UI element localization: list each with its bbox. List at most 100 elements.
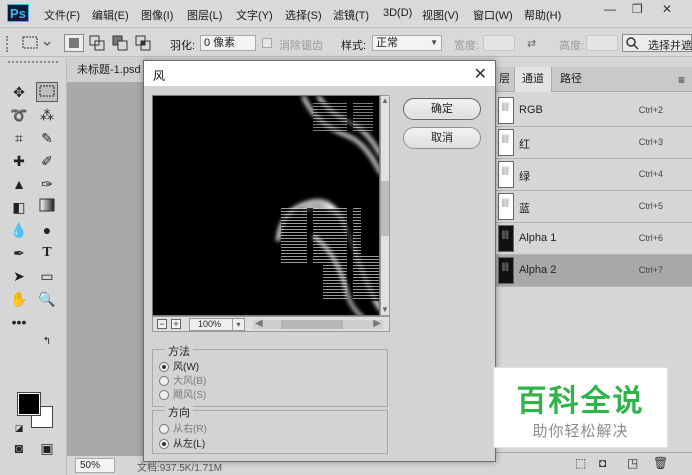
watermark-title: 百科全说 [516, 385, 645, 418]
quick-mask-icon[interactable]: ◙ [8, 438, 30, 458]
healing-brush-tool-icon[interactable]: ✚ [8, 151, 30, 171]
style-select[interactable]: 正常 ▼ [372, 35, 442, 51]
menu-view[interactable]: 视图(V) [422, 7, 459, 23]
channel-shortcut: Ctrl+7 [638, 265, 663, 275]
menu-help[interactable]: 帮助(H) [524, 7, 561, 23]
marquee-tool-icon[interactable] [36, 82, 58, 102]
height-input[interactable] [586, 35, 618, 51]
hand-tool-icon[interactable]: ✋ [8, 289, 30, 309]
load-selection-icon[interactable]: ⬚ [575, 456, 586, 470]
tab-layers[interactable]: 层 [496, 67, 513, 92]
panel-menu-icon[interactable]: ≡ [678, 73, 685, 87]
doc-zoom-field[interactable]: 50% [75, 458, 115, 473]
restore-button[interactable]: ❐ [632, 2, 643, 16]
menu-layer[interactable]: 图层(L) [187, 7, 222, 23]
foreground-color-swatch[interactable] [17, 392, 41, 416]
scroll-down-icon[interactable]: ▼ [380, 305, 390, 315]
method-wind-radio[interactable]: 风(W) [159, 358, 199, 373]
scroll-right-icon[interactable]: ▶ [373, 318, 381, 329]
feather-label: 羽化: [170, 40, 196, 52]
channel-row-green[interactable]: ▒▒ 绿 Ctrl+4 [496, 159, 692, 191]
move-tool-icon[interactable]: ✥ [8, 82, 30, 102]
direction-right-radio[interactable]: 从右(R) [159, 420, 207, 435]
feather-input[interactable]: 0 像素 [200, 35, 256, 51]
zoom-in-button[interactable]: + [171, 319, 181, 329]
default-colors-icon[interactable]: ◪ [12, 418, 26, 438]
channel-thumbnail: ▒▒ [498, 193, 514, 220]
channel-row-rgb[interactable]: ▒▒ RGB Ctrl+2 [496, 95, 692, 127]
preview-zoom-select[interactable]: 100% ▾ [189, 318, 245, 331]
menu-filter[interactable]: 滤镜(T) [333, 7, 369, 23]
grip-handle[interactable] [6, 36, 10, 52]
magic-wand-tool-icon[interactable]: ⁂ [36, 105, 58, 125]
channel-name: 蓝 [519, 203, 530, 215]
new-selection-button[interactable] [64, 34, 84, 52]
minimize-button[interactable]: — [604, 2, 616, 16]
eraser-tool-icon[interactable]: ◧ [8, 197, 30, 217]
more-tools-icon[interactable]: ••• [8, 312, 30, 332]
swap-dimensions-icon[interactable]: ⇄ [527, 37, 536, 50]
history-brush-tool-icon[interactable]: ✑ [36, 174, 58, 194]
cancel-button[interactable]: 取消 [403, 127, 481, 149]
canvas-area[interactable] [67, 82, 147, 455]
preview-horizontal-scrollbar[interactable]: ◀ ▶ [253, 318, 383, 329]
ok-button[interactable]: 确定 [403, 98, 481, 120]
menu-window[interactable]: 窗口(W) [473, 7, 513, 23]
dialog-title-bar[interactable]: 风 ✕ [144, 61, 495, 87]
scroll-thumb[interactable] [381, 181, 389, 236]
gradient-tool-icon[interactable] [36, 197, 58, 217]
wind-preview-image [153, 96, 379, 315]
channel-name: RGB [519, 104, 543, 116]
method-stagger-radio[interactable]: 飓风(S) [159, 386, 206, 401]
channel-row-alpha-2[interactable]: ▒▒ Alpha 2 Ctrl+7 [496, 255, 692, 287]
tab-channels[interactable]: 通道 [514, 67, 552, 92]
pen-tool-icon[interactable]: ✒ [8, 243, 30, 263]
menu-edit[interactable]: 编辑(E) [92, 7, 129, 23]
new-channel-icon[interactable]: ◳ [627, 456, 638, 470]
preview-vertical-scrollbar[interactable]: ▲ ▼ [380, 95, 390, 316]
tab-paths[interactable]: 路径 [554, 67, 588, 92]
channel-row-red[interactable]: ▒▒ 红 Ctrl+3 [496, 127, 692, 159]
type-tool-icon[interactable]: T [36, 243, 58, 263]
menu-select[interactable]: 选择(S) [285, 7, 322, 23]
crop-tool-icon[interactable]: ⌗ [8, 128, 30, 148]
select-and-mask-button[interactable]: 选择并遮 [622, 34, 692, 52]
dodge-tool-icon[interactable]: ● [36, 220, 58, 240]
rectangle-tool-icon[interactable]: ▭ [36, 266, 58, 286]
delete-channel-icon[interactable]: 🗑 [653, 456, 668, 470]
toolbox-grip[interactable] [8, 61, 58, 63]
brush-tool-icon[interactable]: ✐ [36, 151, 58, 171]
channel-shortcut: Ctrl+2 [638, 105, 663, 115]
menu-3d[interactable]: 3D(D) [383, 7, 412, 19]
lasso-tool-icon[interactable]: ➰ [8, 105, 30, 125]
close-icon[interactable]: ✕ [474, 64, 487, 84]
add-selection-button[interactable] [88, 34, 108, 52]
channel-row-blue[interactable]: ▒▒ 蓝 Ctrl+5 [496, 191, 692, 223]
scroll-up-icon[interactable]: ▲ [380, 96, 390, 106]
swap-colors-icon[interactable]: ↰ [40, 332, 54, 352]
filter-preview[interactable] [152, 95, 380, 316]
zoom-out-button[interactable]: − [157, 319, 167, 329]
marquee-preset-picker[interactable] [20, 34, 54, 52]
screen-mode-icon[interactable]: ▣ [36, 438, 58, 458]
close-window-button[interactable]: ✕ [662, 2, 672, 16]
h-scroll-thumb[interactable] [281, 320, 343, 329]
save-selection-icon[interactable]: ◘ [599, 456, 606, 470]
zoom-tool-icon[interactable]: 🔍 [36, 289, 58, 309]
menu-type[interactable]: 文字(Y) [236, 7, 273, 23]
scroll-left-icon[interactable]: ◀ [255, 318, 263, 329]
path-selection-tool-icon[interactable]: ➤ [8, 266, 30, 286]
clone-stamp-tool-icon[interactable]: ▲ [8, 174, 30, 194]
blur-tool-icon[interactable]: 💧 [8, 220, 30, 240]
menu-file[interactable]: 文件(F) [44, 7, 80, 23]
method-blast-radio[interactable]: 大风(B) [159, 372, 206, 387]
intersect-selection-button[interactable] [134, 34, 154, 52]
width-input[interactable] [483, 35, 515, 51]
subtract-selection-button[interactable] [111, 34, 131, 52]
antialias-checkbox[interactable] [262, 38, 272, 48]
channel-row-alpha-1[interactable]: ▒▒ Alpha 1 Ctrl+6 [496, 223, 692, 255]
direction-left-radio[interactable]: 从左(L) [159, 435, 205, 450]
menu-image[interactable]: 图像(I) [141, 7, 173, 23]
document-tab[interactable]: 未标题-1.psd [67, 58, 147, 82]
eyedropper-tool-icon[interactable]: ✎ [36, 128, 58, 148]
